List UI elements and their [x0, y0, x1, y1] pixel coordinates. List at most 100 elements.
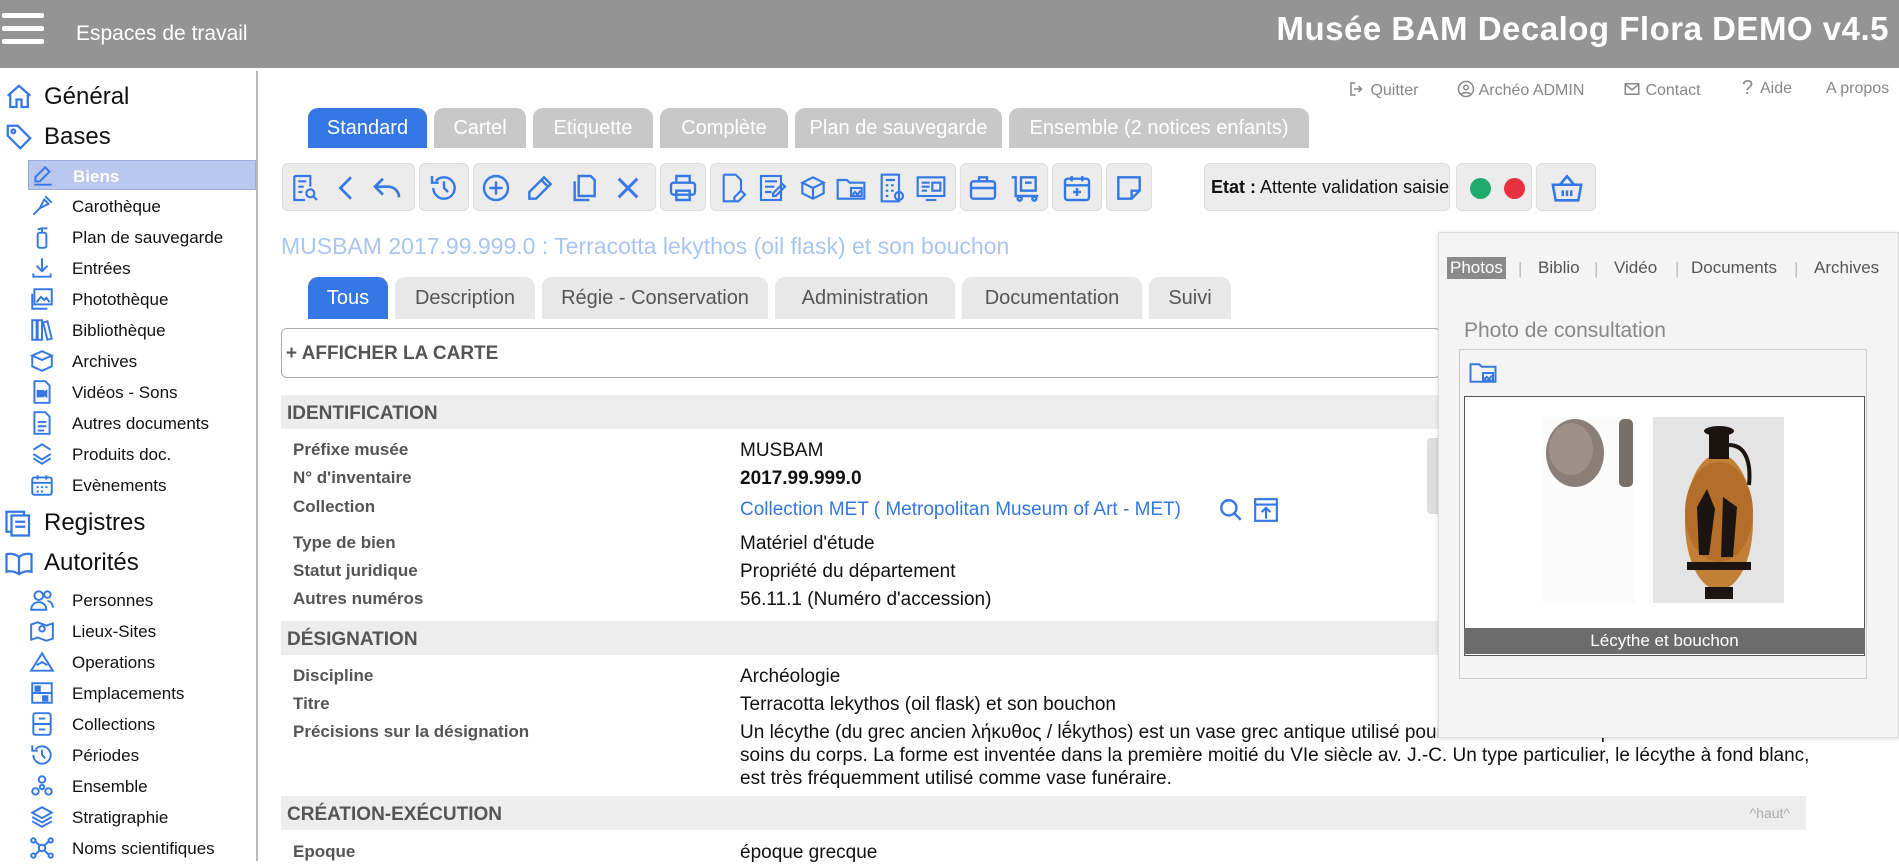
printer-icon[interactable]	[667, 172, 699, 204]
tab-etiquette[interactable]: Etiquette	[533, 108, 653, 148]
people-icon	[29, 587, 55, 613]
photo-box: Lécythe et bouchon	[1459, 349, 1867, 679]
file-edit-icon[interactable]	[717, 172, 749, 204]
boxes-icon[interactable]	[797, 172, 829, 204]
user-link[interactable]: Archéo ADMIN	[1457, 80, 1584, 100]
edit-pencil-icon[interactable]	[524, 172, 556, 204]
return-arrow-icon[interactable]	[371, 172, 403, 204]
sidebar-item-bibliotheque[interactable]: Bibliothèque	[28, 315, 256, 345]
sidebar-item-autres-documents[interactable]: Autres documents	[28, 408, 256, 438]
record-title: MUSBAM 2017.99.999.0 : Terracotta lekyth…	[281, 233, 1010, 259]
sidebar-item-emplacements[interactable]: Emplacements	[28, 678, 256, 708]
workspaces-link[interactable]: Espaces de travail	[76, 22, 248, 46]
tab-plan-de-sauvegarde[interactable]: Plan de sauvegarde	[795, 108, 1002, 148]
reject-red-dot[interactable]	[1504, 178, 1525, 199]
sidebar-item-plan-de-sauvegarde[interactable]: Plan de sauvegarde	[28, 222, 256, 252]
sidebar-item-produits-doc[interactable]: Produits doc.	[28, 439, 256, 469]
tab-documentation[interactable]: Documentation	[962, 277, 1142, 319]
back-to-top-link[interactable]: ^haut^	[1750, 805, 1790, 821]
sidebar-section-registres[interactable]: Registres	[0, 502, 258, 542]
user-circle-icon	[1457, 80, 1475, 98]
document-list-icon[interactable]	[915, 172, 947, 204]
sidebar-item-phototheque[interactable]: Photothèque	[28, 284, 256, 314]
media-panel: Photos | Biblio | Vidéo | Documents | Ar…	[1438, 232, 1899, 738]
basket-icon[interactable]	[1550, 172, 1583, 204]
book-open-icon	[4, 548, 34, 578]
sidebar-item-entrees[interactable]: Entrées	[28, 253, 256, 283]
books-icon	[29, 317, 55, 343]
field-value: 56.11.1 (Numéro d'accession)	[740, 589, 992, 610]
sidebar-item-periodes[interactable]: Périodes	[28, 740, 256, 770]
field-value: Terracotta lekythos (oil flask) et son b…	[740, 694, 1116, 715]
search-icon[interactable]	[1218, 497, 1244, 523]
sidebar-item-ensemble[interactable]: Ensemble	[28, 771, 256, 801]
calculator-icon[interactable]	[875, 172, 907, 204]
tab-regie-conservation[interactable]: Régie - Conservation	[542, 277, 768, 319]
about-link[interactable]: A propos	[1826, 80, 1889, 98]
sidebar-item-videos-sons[interactable]: Vidéos - Sons	[28, 377, 256, 407]
tab-archives[interactable]: Archives	[1811, 257, 1882, 279]
sidebar-item-evenements[interactable]: Evènements	[28, 470, 256, 500]
form-edit-icon[interactable]	[757, 172, 789, 204]
field-label: Type de bien	[293, 533, 396, 552]
open-external-icon[interactable]	[1253, 497, 1279, 523]
sidebar-item-lieux-sites[interactable]: Lieux-Sites	[28, 616, 256, 646]
validate-green-dot[interactable]	[1470, 178, 1491, 199]
map-toggle[interactable]: + AFFICHER LA CARTE	[281, 328, 1441, 378]
sidebar-section-bases[interactable]: Bases	[0, 116, 258, 156]
sidebar-item-label: Evènements	[72, 476, 167, 495]
help-link[interactable]: Aide	[1760, 80, 1792, 98]
tab-photos[interactable]: Photos	[1447, 257, 1506, 279]
tab-video[interactable]: Vidéo	[1611, 257, 1660, 279]
note-icon[interactable]	[1113, 172, 1145, 204]
sidebar-item-archives[interactable]: Archives	[28, 346, 256, 376]
delete-x-icon[interactable]	[612, 172, 644, 204]
sidebar-item-label: Bibliothèque	[72, 321, 166, 340]
tab-ensemble[interactable]: Ensemble (2 notices enfants)	[1009, 108, 1309, 148]
registers-icon	[4, 508, 34, 538]
briefcase-icon[interactable]	[967, 172, 999, 204]
tab-complete[interactable]: Complète	[660, 108, 788, 148]
collection-link[interactable]: Collection MET ( Metropolitan Museum of …	[740, 499, 1181, 521]
sidebar-item-collections[interactable]: Collections	[28, 709, 256, 739]
tab-tous[interactable]: Tous	[308, 277, 388, 319]
sidebar-section-general[interactable]: Général	[0, 76, 258, 116]
sidebar-item-label: Plan de sauvegarde	[72, 228, 224, 247]
duplicate-icon[interactable]	[568, 172, 600, 204]
photo-thumbnail[interactable]	[1464, 396, 1865, 656]
tab-cartel[interactable]: Cartel	[434, 108, 526, 148]
hamburger-menu-icon[interactable]	[2, 13, 44, 45]
tab-biblio[interactable]: Biblio	[1535, 257, 1583, 279]
sidebar-item-personnes[interactable]: Personnes	[28, 585, 256, 615]
sidebar-item-stratigraphie[interactable]: Stratigraphie	[28, 802, 256, 832]
status-value: Attente validation saisie	[1260, 177, 1450, 197]
user-label: Archéo ADMIN	[1478, 82, 1585, 99]
download-icon	[29, 255, 55, 281]
folder-image-icon[interactable]	[1467, 358, 1499, 388]
sidebar-item-carotheque[interactable]: Carothèque	[28, 191, 256, 221]
sidebar-section-label: Autorités	[44, 549, 139, 576]
calendar-add-icon[interactable]	[1061, 172, 1093, 204]
tab-documents[interactable]: Documents	[1688, 257, 1780, 279]
network-icon	[29, 835, 55, 861]
tab-suivi[interactable]: Suivi	[1149, 277, 1231, 319]
sidebar-item-operations[interactable]: Operations	[28, 647, 256, 677]
quit-link[interactable]: Quitter	[1348, 80, 1418, 100]
history-icon[interactable]	[428, 172, 460, 204]
map-toggle-label: + AFFICHER LA CARTE	[286, 343, 499, 364]
add-circle-icon[interactable]	[480, 172, 512, 204]
sidebar-item-noms-scientifiques[interactable]: Noms scientifiques	[28, 833, 256, 863]
previous-chevron-icon[interactable]	[331, 172, 363, 204]
tab-standard[interactable]: Standard	[308, 108, 427, 148]
contact-link[interactable]: Contact	[1623, 80, 1701, 100]
folder-image-icon[interactable]	[835, 172, 867, 204]
sidebar-item-label: Operations	[72, 653, 156, 672]
tab-description[interactable]: Description	[395, 277, 535, 319]
tab-administration[interactable]: Administration	[775, 277, 955, 319]
quit-label: Quitter	[1370, 82, 1419, 99]
sidebar-item-biens[interactable]: Biens	[28, 160, 256, 190]
loan-cart-icon[interactable]	[1009, 172, 1041, 204]
toolbar-group-note	[1106, 163, 1152, 211]
sidebar-section-autorites[interactable]: Autorités	[0, 542, 258, 582]
search-list-icon[interactable]	[289, 172, 321, 204]
